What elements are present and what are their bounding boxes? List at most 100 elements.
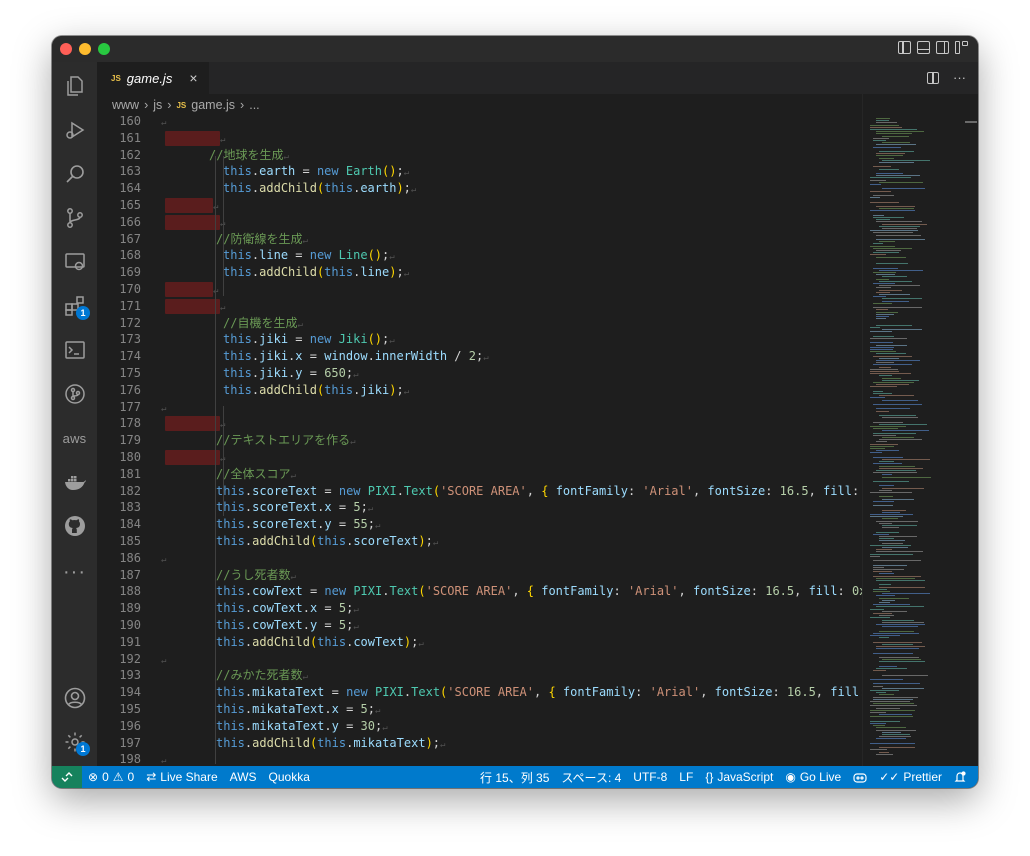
code-line[interactable]: 188 this.cowText = new PIXI.Text('SCORE A… — [97, 583, 862, 600]
split-editor-icon[interactable] — [927, 71, 939, 84]
run-debug-icon[interactable] — [52, 110, 97, 150]
indentation[interactable]: スペース: 4 — [555, 769, 627, 786]
more-actions-icon[interactable]: ··· — [953, 70, 966, 85]
code-line[interactable]: 174 this.jiki.x = window.innerWidth / 2;↵ — [97, 348, 862, 365]
overview-ruler-marker — [965, 121, 977, 123]
code-line[interactable]: 177 ↵ — [97, 399, 862, 416]
remote-indicator-icon[interactable] — [52, 766, 82, 788]
code-line[interactable]: 185 this.addChild(this.scoreText);↵ — [97, 533, 862, 550]
code-line[interactable]: 187//うし死者数↵ — [97, 567, 862, 584]
quokka-button[interactable]: Quokka — [263, 770, 316, 784]
minimap[interactable] — [864, 116, 964, 766]
extensions-icon[interactable]: 1 — [52, 286, 97, 326]
code-line[interactable]: 186 ↵ — [97, 550, 862, 567]
line-number: 165 — [119, 198, 141, 212]
code-line[interactable]: 183 this.scoreText.x = 5;↵ — [97, 499, 862, 516]
minimap-line — [876, 549, 892, 551]
breadcrumb-file[interactable]: game.js — [191, 98, 235, 112]
toggle-panel-icon[interactable] — [917, 41, 930, 54]
language-mode[interactable]: {} JavaScript — [699, 770, 779, 784]
code-line[interactable]: 160 ↵ — [97, 116, 862, 130]
zoom-window-button[interactable] — [98, 43, 110, 55]
remote-explorer-icon[interactable] — [52, 242, 97, 282]
more-views-icon[interactable]: ··· — [52, 552, 97, 592]
code-line[interactable]: 171 ↵ — [97, 298, 862, 315]
aws-icon[interactable]: aws — [52, 418, 97, 458]
minimap-line — [876, 707, 900, 709]
breadcrumb-js[interactable]: js — [153, 98, 162, 112]
code-line[interactable]: 175 this.jiki.y = 650;↵ — [97, 365, 862, 382]
code-line[interactable]: 191 this.addChild(this.cowText);↵ — [97, 634, 862, 651]
toggle-secondary-sidebar-icon[interactable] — [936, 41, 949, 54]
breadcrumb-more[interactable]: ... — [249, 98, 259, 112]
code-editor[interactable]: 160 ↵ 161 ↵ 162//地球を生成↵ 163 this.earth = new E… — [97, 116, 862, 766]
live-share-icon: ⇄ — [146, 770, 157, 784]
code-line[interactable]: 180↵ — [97, 449, 862, 466]
code-line[interactable]: 192 ↵ — [97, 651, 862, 668]
code-line[interactable]: 179//テキストエリアを作る↵ — [97, 432, 862, 449]
code-line[interactable]: 161 ↵ — [97, 130, 862, 147]
code-line[interactable]: 166↵ — [97, 214, 862, 231]
go-live-button[interactable]: ◉ Go Live — [779, 770, 847, 784]
minimap-line — [879, 496, 893, 498]
code-line[interactable]: 168 this.line = new Line();↵ — [97, 247, 862, 264]
tab-game-js[interactable]: JS game.js × — [97, 62, 209, 94]
code-line[interactable]: 190 this.cowText.y = 5;↵ — [97, 617, 862, 634]
code-line[interactable]: 170↵ — [97, 281, 862, 298]
terminal-icon[interactable] — [52, 330, 97, 370]
git-graph-icon[interactable] — [52, 374, 97, 414]
docker-icon[interactable] — [52, 462, 97, 502]
code-line[interactable]: 169 this.addChild(this.line);↵ — [97, 264, 862, 281]
code-line[interactable]: 167//防衛線を生成↵ — [97, 231, 862, 248]
code-line[interactable]: 184 this.scoreText.y = 55;↵ — [97, 516, 862, 533]
code-line[interactable]: 165↵ — [97, 197, 862, 214]
code-line[interactable]: 196 this.mikataText.y = 30;↵ — [97, 718, 862, 735]
problems-indicator[interactable]: ⊗ 0 ⚠ 0 — [82, 770, 140, 784]
github-icon[interactable] — [52, 506, 97, 546]
code-line[interactable]: 163 this.earth = new Earth();↵ — [97, 163, 862, 180]
minimap-line — [870, 712, 886, 713]
code-line[interactable]: 164 this.addChild(this.earth);↵ — [97, 180, 862, 197]
customize-layout-icon[interactable] — [955, 41, 968, 54]
code-line[interactable]: 176 this.addChild(this.jiki);↵ — [97, 382, 862, 399]
minimap-line — [876, 668, 907, 669]
copilot-icon[interactable] — [847, 771, 873, 783]
source-control-icon[interactable] — [52, 198, 97, 238]
code-line[interactable]: 162//地球を生成↵ — [97, 147, 862, 164]
minimap-line — [876, 263, 908, 265]
close-tab-icon[interactable]: × — [189, 70, 197, 86]
code-line[interactable]: 178↵ — [97, 415, 862, 432]
minimize-window-button[interactable] — [79, 43, 91, 55]
code-line[interactable]: 181//全体スコア↵ — [97, 466, 862, 483]
line-number: 168 — [119, 248, 141, 263]
cursor-position[interactable]: 行 15、列 35 — [474, 769, 555, 786]
prettier-button[interactable]: ✓✓ Prettier — [873, 770, 948, 784]
minimap-line — [879, 586, 925, 588]
code-line[interactable]: 172//自機を生成↵ — [97, 315, 862, 332]
code-line[interactable]: 193//みかた死者数↵ — [97, 667, 862, 684]
live-share-button[interactable]: ⇄ Live Share — [140, 770, 223, 784]
minimap-line — [882, 459, 930, 460]
code-line[interactable]: 198 ↵ — [97, 751, 862, 766]
code-line[interactable]: 173 this.jiki = new Jiki();↵ — [97, 331, 862, 348]
breadcrumb-www[interactable]: www — [112, 98, 139, 112]
code-line[interactable]: 182 this.scoreText = new PIXI.Text('SCORE… — [97, 483, 862, 500]
search-icon[interactable] — [52, 154, 97, 194]
close-window-button[interactable] — [60, 43, 72, 55]
minimap-line — [882, 487, 924, 489]
end-of-line[interactable]: LF — [673, 770, 699, 784]
notifications-bell-icon[interactable] — [948, 771, 972, 783]
code-line[interactable]: 194 this.mikataText = new PIXI.Text('SCOR… — [97, 684, 862, 701]
minimap-line — [879, 602, 890, 603]
manage-gear-icon[interactable]: 1 — [52, 722, 97, 762]
minimap-line — [876, 173, 903, 174]
code-line[interactable]: 195 this.mikataText.x = 5;↵ — [97, 701, 862, 718]
explorer-icon[interactable] — [52, 66, 97, 106]
minimap-line — [870, 254, 886, 256]
code-line[interactable]: 189 this.cowText.x = 5;↵ — [97, 600, 862, 617]
encoding[interactable]: UTF-8 — [627, 770, 673, 784]
accounts-icon[interactable] — [52, 678, 97, 718]
toggle-primary-sidebar-icon[interactable] — [898, 41, 911, 54]
aws-status-button[interactable]: AWS — [224, 770, 263, 784]
code-line[interactable]: 197 this.addChild(this.mikataText);↵ — [97, 735, 862, 752]
